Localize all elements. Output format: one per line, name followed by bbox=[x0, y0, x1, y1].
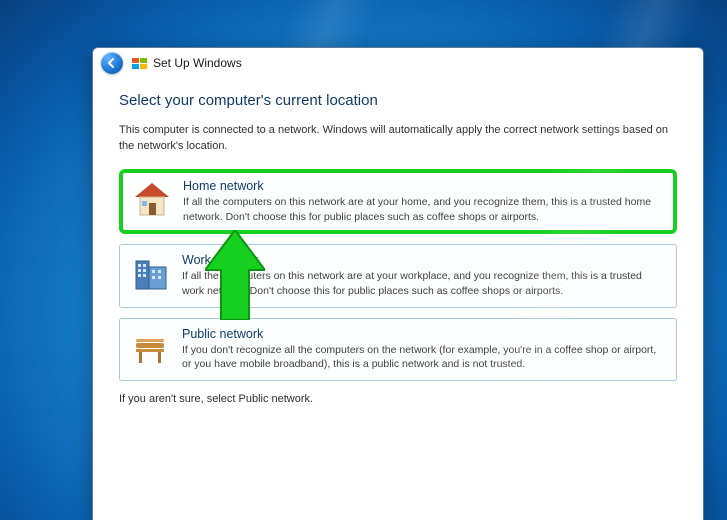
option-home-desc: If all the computers on this network are… bbox=[183, 195, 665, 224]
work-icon bbox=[130, 253, 172, 295]
back-arrow-icon bbox=[106, 57, 118, 69]
option-home-title: Home network bbox=[183, 179, 665, 193]
option-public-network[interactable]: Public network If you don't recognize al… bbox=[119, 318, 677, 381]
home-icon bbox=[131, 179, 173, 221]
option-work-title: Work network bbox=[182, 253, 666, 267]
option-work-text: Work network If all the computers on thi… bbox=[182, 253, 666, 298]
page-heading: Select your computer's current location bbox=[119, 92, 677, 109]
back-button[interactable] bbox=[101, 52, 123, 74]
footer-note: If you aren't sure, select Public networ… bbox=[119, 393, 677, 405]
content-area: Select your computer's current location … bbox=[93, 78, 703, 405]
option-public-title: Public network bbox=[182, 327, 666, 341]
option-public-desc: If you don't recognize all the computers… bbox=[182, 343, 666, 372]
option-public-text: Public network If you don't recognize al… bbox=[182, 327, 666, 372]
option-work-desc: If all the computers on this network are… bbox=[182, 269, 666, 298]
option-home-text: Home network If all the computers on thi… bbox=[183, 179, 665, 224]
option-work-network[interactable]: Work network If all the computers on thi… bbox=[119, 244, 677, 307]
public-icon bbox=[130, 327, 172, 369]
setup-window: Set Up Windows Select your computer's cu… bbox=[92, 47, 704, 520]
windows-flag-icon bbox=[131, 57, 147, 69]
page-intro: This computer is connected to a network.… bbox=[119, 123, 677, 155]
window-header: Set Up Windows bbox=[93, 48, 703, 78]
window-title: Set Up Windows bbox=[153, 56, 242, 70]
option-home-network[interactable]: Home network If all the computers on thi… bbox=[119, 169, 677, 234]
